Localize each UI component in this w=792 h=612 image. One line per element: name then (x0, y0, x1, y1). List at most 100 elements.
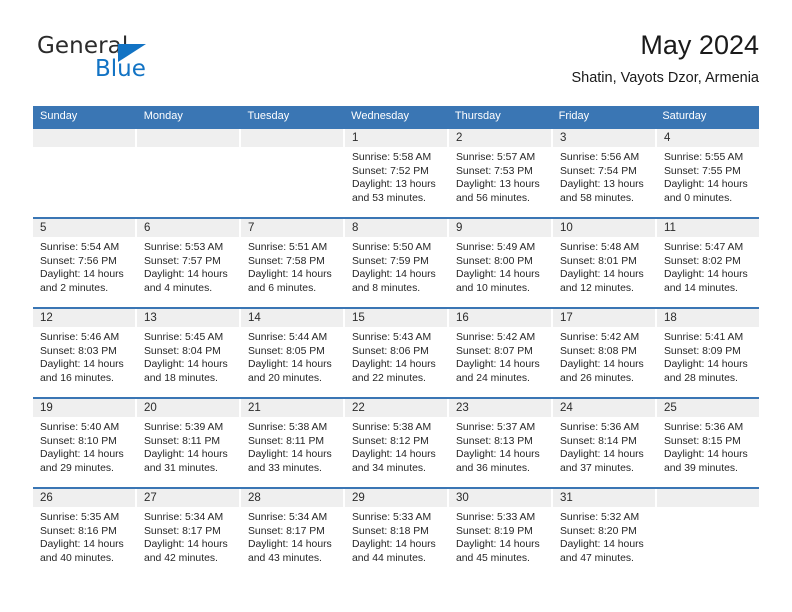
day-number: 2 (449, 129, 551, 147)
sunrise-text: Sunrise: 5:38 AM (248, 422, 328, 433)
calendar-day-cell[interactable]: 4 Sunrise: 5:55 AM Sunset: 7:55 PM Daylight… (657, 129, 759, 217)
sunset-text: Sunset: 8:00 PM (456, 255, 533, 267)
day-number: 21 (241, 399, 343, 417)
day-details: Sunrise: 5:41 AM Sunset: 8:09 PM Daylight:… (657, 327, 759, 385)
day-details: Sunrise: 5:44 AM Sunset: 8:05 PM Daylight:… (241, 327, 343, 385)
daylight-text: Daylight: 14 hours and 29 minutes. (40, 449, 124, 474)
day-details: Sunrise: 5:35 AM Sunset: 8:16 PM Daylight:… (33, 507, 135, 565)
calendar-week-row: 1 Sunrise: 5:58 AM Sunset: 7:52 PM Daylight… (33, 127, 759, 217)
daylight-text: Daylight: 14 hours and 10 minutes. (456, 269, 540, 294)
sunrise-text: Sunrise: 5:43 AM (352, 332, 432, 343)
day-number: 11 (657, 219, 759, 237)
sunrise-text: Sunrise: 5:48 AM (560, 242, 640, 253)
calendar-day-cell[interactable]: 2 Sunrise: 5:57 AM Sunset: 7:53 PM Daylight… (449, 129, 553, 217)
daylight-text: Daylight: 14 hours and 2 minutes. (40, 269, 124, 294)
daylight-text: Daylight: 14 hours and 6 minutes. (248, 269, 332, 294)
calendar-day-cell[interactable]: 23 Sunrise: 5:37 AM Sunset: 8:13 PM Dayligh… (449, 399, 553, 487)
calendar-day-cell[interactable]: 6 Sunrise: 5:53 AM Sunset: 7:57 PM Daylight… (137, 219, 241, 307)
daylight-text: Daylight: 14 hours and 14 minutes. (664, 269, 748, 294)
calendar-day-cell[interactable]: 3 Sunrise: 5:56 AM Sunset: 7:54 PM Daylight… (553, 129, 657, 217)
calendar-day-cell[interactable]: 12 Sunrise: 5:46 AM Sunset: 8:03 PM Dayligh… (33, 309, 137, 397)
day-details: Sunrise: 5:34 AM Sunset: 8:17 PM Daylight:… (241, 507, 343, 565)
calendar-day-cell[interactable]: 9 Sunrise: 5:49 AM Sunset: 8:00 PM Daylight… (449, 219, 553, 307)
daylight-text: Daylight: 14 hours and 20 minutes. (248, 359, 332, 384)
day-details: Sunrise: 5:53 AM Sunset: 7:57 PM Daylight:… (137, 237, 239, 295)
calendar-day-cell[interactable]: 22 Sunrise: 5:38 AM Sunset: 8:12 PM Dayligh… (345, 399, 449, 487)
calendar-day-cell[interactable]: 18 Sunrise: 5:41 AM Sunset: 8:09 PM Dayligh… (657, 309, 759, 397)
day-number: 30 (449, 489, 551, 507)
calendar-week-row: 19 Sunrise: 5:40 AM Sunset: 8:10 PM Dayligh… (33, 397, 759, 487)
general-blue-logo[interactable]: General Blue (37, 33, 237, 93)
sunset-text: Sunset: 8:03 PM (40, 345, 117, 357)
sunset-text: Sunset: 8:11 PM (144, 435, 221, 447)
calendar-day-cell[interactable]: 20 Sunrise: 5:39 AM Sunset: 8:11 PM Dayligh… (137, 399, 241, 487)
calendar-weeks: 1 Sunrise: 5:58 AM Sunset: 7:52 PM Daylight… (33, 127, 759, 577)
sunset-text: Sunset: 8:01 PM (560, 255, 637, 267)
calendar-day-cell[interactable]: 26 Sunrise: 5:35 AM Sunset: 8:16 PM Dayligh… (33, 489, 137, 577)
calendar-day-cell[interactable]: 13 Sunrise: 5:45 AM Sunset: 8:04 PM Dayligh… (137, 309, 241, 397)
daylight-text: Daylight: 14 hours and 16 minutes. (40, 359, 124, 384)
calendar-day-cell[interactable]: 19 Sunrise: 5:40 AM Sunset: 8:10 PM Dayligh… (33, 399, 137, 487)
calendar-day-cell[interactable]: 10 Sunrise: 5:48 AM Sunset: 8:01 PM Dayligh… (553, 219, 657, 307)
sunset-text: Sunset: 7:58 PM (248, 255, 325, 267)
day-number: 26 (33, 489, 135, 507)
calendar-day-cell[interactable]: 28 Sunrise: 5:34 AM Sunset: 8:17 PM Dayligh… (241, 489, 345, 577)
calendar-day-cell-empty (33, 129, 137, 217)
sunrise-text: Sunrise: 5:51 AM (248, 242, 328, 253)
sunset-text: Sunset: 7:55 PM (664, 165, 741, 177)
day-number: 9 (449, 219, 551, 237)
calendar-day-cell[interactable]: 29 Sunrise: 5:33 AM Sunset: 8:18 PM Dayligh… (345, 489, 449, 577)
day-number: 19 (33, 399, 135, 417)
sunrise-text: Sunrise: 5:50 AM (352, 242, 432, 253)
calendar-day-cell[interactable]: 21 Sunrise: 5:38 AM Sunset: 8:11 PM Dayligh… (241, 399, 345, 487)
day-details: Sunrise: 5:54 AM Sunset: 7:56 PM Daylight:… (33, 237, 135, 295)
logo-text-blue: Blue (95, 56, 146, 82)
sunrise-text: Sunrise: 5:58 AM (352, 152, 432, 163)
calendar-day-cell[interactable]: 31 Sunrise: 5:32 AM Sunset: 8:20 PM Dayligh… (553, 489, 657, 577)
calendar-day-cell[interactable]: 5 Sunrise: 5:54 AM Sunset: 7:56 PM Daylight… (33, 219, 137, 307)
page-subtitle: Shatin, Vayots Dzor, Armenia (571, 70, 759, 86)
calendar-day-cell[interactable]: 8 Sunrise: 5:50 AM Sunset: 7:59 PM Daylight… (345, 219, 449, 307)
sunrise-text: Sunrise: 5:36 AM (664, 422, 744, 433)
day-number: 16 (449, 309, 551, 327)
daylight-text: Daylight: 14 hours and 44 minutes. (352, 539, 436, 564)
calendar-day-cell[interactable]: 17 Sunrise: 5:42 AM Sunset: 8:08 PM Dayligh… (553, 309, 657, 397)
calendar-day-cell[interactable]: 27 Sunrise: 5:34 AM Sunset: 8:17 PM Dayligh… (137, 489, 241, 577)
calendar-week-row: 5 Sunrise: 5:54 AM Sunset: 7:56 PM Daylight… (33, 217, 759, 307)
day-details: Sunrise: 5:40 AM Sunset: 8:10 PM Daylight:… (33, 417, 135, 475)
sunrise-text: Sunrise: 5:54 AM (40, 242, 120, 253)
sunset-text: Sunset: 7:59 PM (352, 255, 429, 267)
sunrise-text: Sunrise: 5:34 AM (144, 512, 224, 523)
calendar-day-cell[interactable]: 24 Sunrise: 5:36 AM Sunset: 8:14 PM Dayligh… (553, 399, 657, 487)
sunrise-text: Sunrise: 5:44 AM (248, 332, 328, 343)
calendar-day-cell[interactable]: 15 Sunrise: 5:43 AM Sunset: 8:06 PM Dayligh… (345, 309, 449, 397)
weekday-header-wednesday: Wednesday (351, 110, 410, 122)
sunset-text: Sunset: 7:52 PM (352, 165, 429, 177)
calendar-day-cell[interactable]: 30 Sunrise: 5:33 AM Sunset: 8:19 PM Dayligh… (449, 489, 553, 577)
calendar-day-cell[interactable]: 1 Sunrise: 5:58 AM Sunset: 7:52 PM Daylight… (345, 129, 449, 217)
sunset-text: Sunset: 8:12 PM (352, 435, 429, 447)
calendar-day-cell[interactable]: 25 Sunrise: 5:36 AM Sunset: 8:15 PM Dayligh… (657, 399, 759, 487)
day-details: Sunrise: 5:46 AM Sunset: 8:03 PM Daylight:… (33, 327, 135, 385)
calendar-day-cell-empty (241, 129, 345, 217)
day-details: Sunrise: 5:33 AM Sunset: 8:19 PM Daylight:… (449, 507, 551, 565)
daylight-text: Daylight: 14 hours and 37 minutes. (560, 449, 644, 474)
sunrise-text: Sunrise: 5:57 AM (456, 152, 536, 163)
weekday-header-saturday: Saturday (662, 110, 707, 122)
calendar-day-cell[interactable]: 16 Sunrise: 5:42 AM Sunset: 8:07 PM Dayligh… (449, 309, 553, 397)
day-details: Sunrise: 5:57 AM Sunset: 7:53 PM Daylight:… (449, 147, 551, 205)
sunrise-text: Sunrise: 5:42 AM (560, 332, 640, 343)
day-details: Sunrise: 5:43 AM Sunset: 8:06 PM Daylight:… (345, 327, 447, 385)
day-number: 22 (345, 399, 447, 417)
calendar-day-cell[interactable]: 11 Sunrise: 5:47 AM Sunset: 8:02 PM Dayligh… (657, 219, 759, 307)
calendar-day-cell[interactable]: 14 Sunrise: 5:44 AM Sunset: 8:05 PM Dayligh… (241, 309, 345, 397)
calendar-day-cell[interactable]: 7 Sunrise: 5:51 AM Sunset: 7:58 PM Daylight… (241, 219, 345, 307)
daylight-text: Daylight: 14 hours and 0 minutes. (664, 179, 748, 204)
day-number (657, 489, 759, 507)
sunset-text: Sunset: 7:56 PM (40, 255, 117, 267)
sunset-text: Sunset: 7:53 PM (456, 165, 533, 177)
day-details: Sunrise: 5:55 AM Sunset: 7:55 PM Daylight:… (657, 147, 759, 205)
sunrise-text: Sunrise: 5:39 AM (144, 422, 224, 433)
calendar-day-cell-empty (657, 489, 759, 577)
daylight-text: Daylight: 14 hours and 22 minutes. (352, 359, 436, 384)
